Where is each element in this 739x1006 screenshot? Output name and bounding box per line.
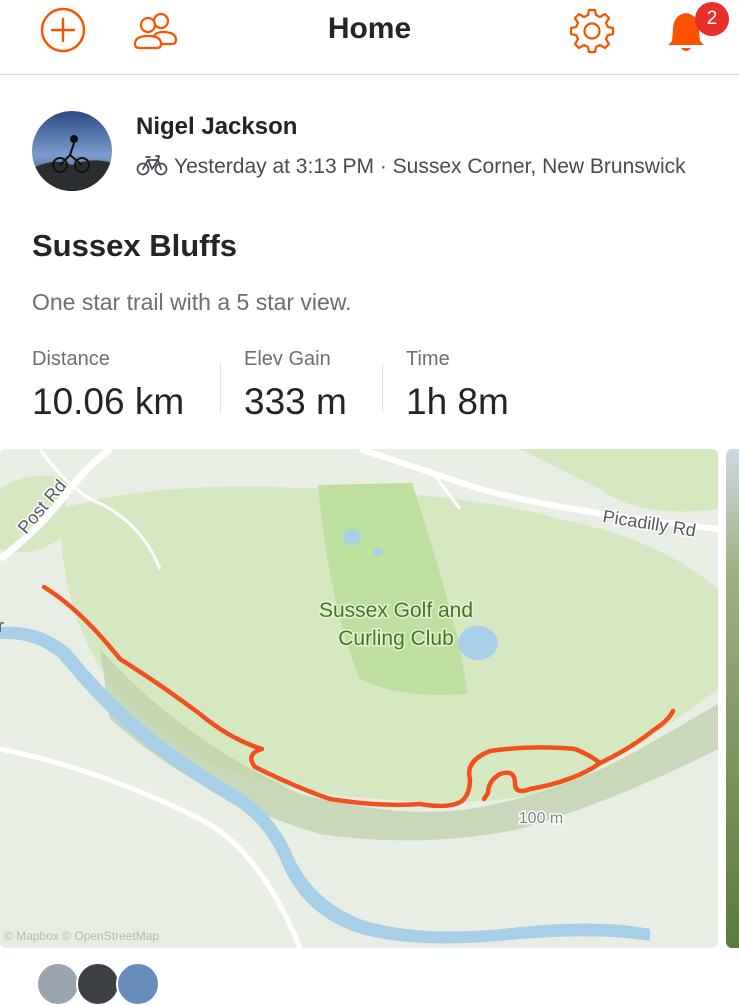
- stat-value: 10.06 km: [32, 381, 185, 422]
- settings-gear-icon[interactable]: [568, 6, 616, 54]
- pond: [373, 548, 383, 556]
- activity-meta: Yesterday at 3:13 PM · Sussex Corner, Ne…: [136, 155, 686, 179]
- activity-description: One star trail with a 5 star view.: [32, 289, 352, 315]
- map-attribution[interactable]: © Mapbox © OpenStreetMap: [4, 929, 159, 943]
- kudos-avatar[interactable]: [36, 962, 80, 1006]
- route-map-canvas: Post Rd Picadilly Rd Sussex Golf and Cur…: [0, 449, 718, 948]
- stat-divider: [382, 364, 383, 412]
- kudos-avatar[interactable]: [76, 962, 120, 1006]
- stat-elev-gain: Elev Gain 333 m: [244, 348, 347, 423]
- contour-label: 100 m: [519, 810, 563, 827]
- stat-label: Elev Gain: [244, 348, 331, 370]
- stat-label: Distance: [32, 348, 110, 370]
- bike-icon: [136, 155, 168, 176]
- top-nav-bar: Home 2: [0, 0, 739, 75]
- route-map[interactable]: Post Rd Picadilly Rd Sussex Golf and Cur…: [0, 449, 718, 948]
- golf-club-label: Sussex Golf and: [319, 599, 473, 622]
- notification-count-badge: 2: [695, 2, 729, 36]
- stat-distance: Distance 10.06 km: [32, 348, 184, 423]
- athlete-name[interactable]: Nigel Jackson: [136, 113, 297, 141]
- next-photo-thumbnail[interactable]: [726, 449, 739, 948]
- page-title: Home: [327, 12, 412, 45]
- stat-time: Time 1h 8m: [406, 348, 509, 423]
- athlete-avatar[interactable]: [32, 111, 112, 191]
- pond: [343, 529, 361, 545]
- activity-title[interactable]: Sussex Bluffs: [32, 228, 237, 264]
- stat-value: 1h 8m: [406, 381, 509, 422]
- stat-value: 333 m: [244, 381, 347, 422]
- pond: [458, 626, 498, 660]
- map-edge-label: r: [0, 616, 4, 636]
- kudos-avatar[interactable]: [116, 962, 160, 1006]
- stat-divider: [220, 364, 221, 412]
- activity-meta-text: Yesterday at 3:13 PM · Sussex Corner, Ne…: [174, 155, 686, 178]
- golf-club-label: Curling Club: [338, 627, 454, 650]
- stat-label: Time: [406, 348, 450, 370]
